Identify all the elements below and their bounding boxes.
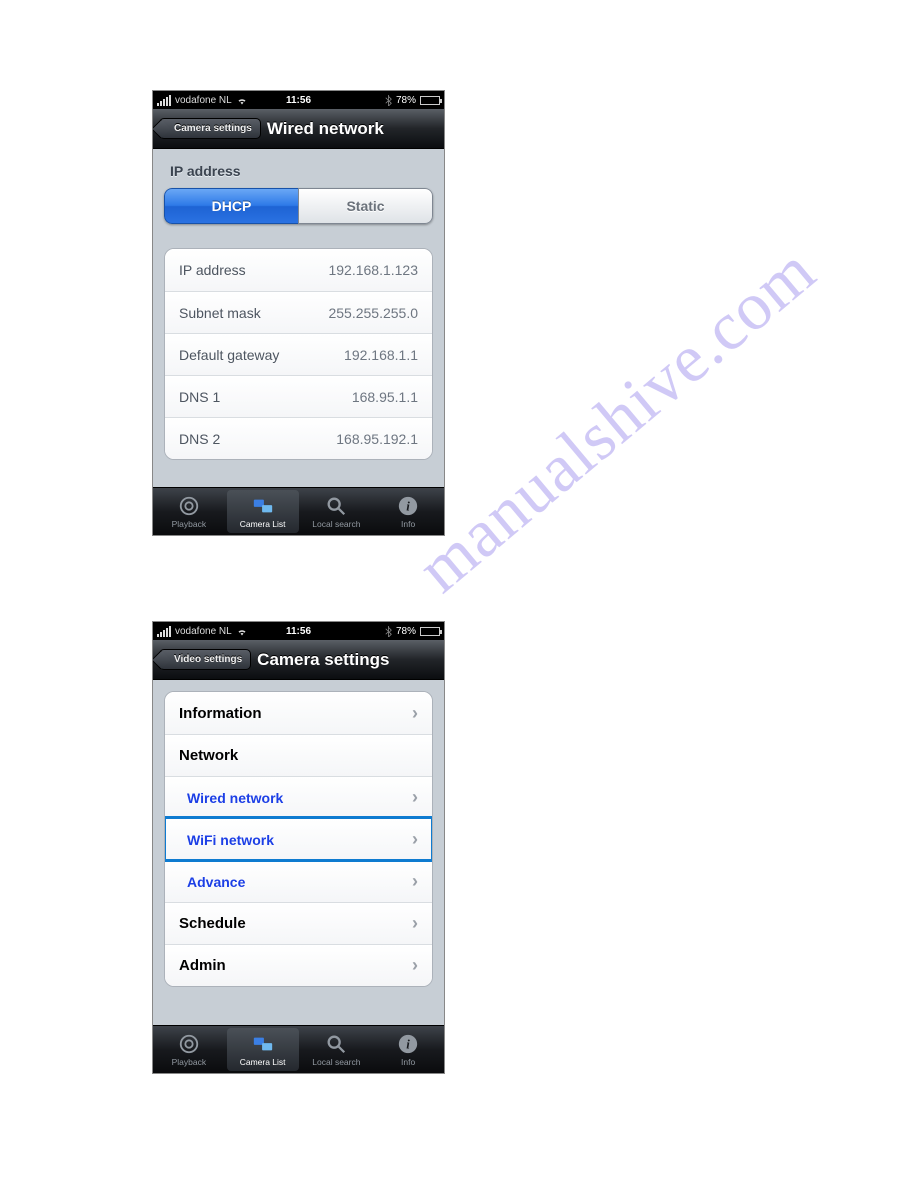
page-title: Camera settings [257,650,389,670]
status-bar: vodafone NL 11:56 78% [153,622,444,640]
row-label: DNS 2 [179,431,220,447]
tab-bar: Playback Camera List Local search i Info [153,487,444,535]
row-label: Wired network [179,790,283,806]
battery-percent: 78% [396,626,416,637]
row-value: 168.95.1.1 [352,389,418,405]
svg-text:i: i [406,499,410,513]
back-button[interactable]: Video settings [159,649,251,670]
signal-bars-icon [157,95,171,106]
tab-info[interactable]: i Info [372,488,444,535]
bluetooth-icon [385,95,392,106]
signal-bars-icon [157,626,171,637]
row-information[interactable]: Information › [165,692,432,734]
row-label: Schedule [179,915,246,932]
row-value: 192.168.1.1 [344,347,418,363]
tab-camera-list[interactable]: Camera List [227,490,299,533]
camera-list-icon [252,1033,274,1055]
tab-playback[interactable]: Playback [153,488,225,535]
page-title: Wired network [267,119,384,139]
chevron-right-icon: › [412,913,418,934]
clock-label: 11:56 [286,95,311,106]
carrier-label: vodafone NL [175,95,232,106]
battery-icon [420,96,440,105]
camera-list-icon [252,495,274,517]
tab-label: Info [401,519,415,529]
tab-label: Info [401,1057,415,1067]
playback-icon [178,495,200,517]
back-button[interactable]: Camera settings [159,118,261,139]
tab-local-search[interactable]: Local search [301,1026,373,1073]
row-value: 255.255.255.0 [328,305,418,321]
ip-mode-segmented: DHCP Static [164,188,433,224]
tab-label: Local search [312,519,360,529]
row-value: 192.168.1.123 [328,262,418,278]
section-header-ip: IP address [170,163,433,179]
row-ip-address[interactable]: IP address 192.168.1.123 [165,249,432,291]
tab-info[interactable]: i Info [372,1026,444,1073]
segment-dhcp[interactable]: DHCP [164,188,298,224]
screenshot-wired-network: vodafone NL 11:56 78% Camera settings Wi… [153,91,444,535]
chevron-right-icon: › [412,871,418,892]
row-subnet-mask[interactable]: Subnet mask 255.255.255.0 [165,291,432,333]
row-dns-2[interactable]: DNS 2 168.95.192.1 [165,417,432,459]
tab-bar: Playback Camera List Local search i Info [153,1025,444,1073]
tab-camera-list[interactable]: Camera List [227,1028,299,1071]
chevron-right-icon: › [412,829,418,850]
tab-label: Camera List [240,1057,286,1067]
carrier-label: vodafone NL [175,626,232,637]
row-label: IP address [179,262,246,278]
tab-local-search[interactable]: Local search [301,488,373,535]
wifi-icon [236,627,248,636]
battery-icon [420,627,440,636]
tab-label: Camera List [240,519,286,529]
info-icon: i [397,495,419,517]
tab-playback[interactable]: Playback [153,1026,225,1073]
row-wifi-network[interactable]: WiFi network › [165,818,432,860]
row-value: 168.95.192.1 [336,431,418,447]
tab-label: Playback [172,519,207,529]
row-label: Advance [179,874,245,890]
row-label: Admin [179,957,226,974]
row-label: Information [179,705,262,722]
bluetooth-icon [385,626,392,637]
screenshot-camera-settings: vodafone NL 11:56 78% Video settings Cam… [153,622,444,1073]
row-network-header: Network [165,734,432,776]
nav-bar: Video settings Camera settings [153,640,444,680]
row-label: Default gateway [179,347,279,363]
search-icon [325,495,347,517]
svg-text:i: i [406,1037,410,1051]
nav-bar: Camera settings Wired network [153,109,444,149]
wifi-icon [236,96,248,105]
row-label: Network [179,747,238,764]
chevron-right-icon: › [412,955,418,976]
clock-label: 11:56 [286,626,311,637]
row-admin[interactable]: Admin › [165,944,432,986]
chevron-right-icon: › [412,703,418,724]
tab-label: Local search [312,1057,360,1067]
row-label: WiFi network [179,832,274,848]
settings-list: Information › Network Wired network › Wi… [164,691,433,987]
row-label: DNS 1 [179,389,220,405]
row-advance[interactable]: Advance › [165,860,432,902]
row-label: Subnet mask [179,305,261,321]
status-bar: vodafone NL 11:56 78% [153,91,444,109]
info-icon: i [397,1033,419,1055]
chevron-right-icon: › [412,787,418,808]
row-wired-network[interactable]: Wired network › [165,776,432,818]
row-default-gateway[interactable]: Default gateway 192.168.1.1 [165,333,432,375]
row-schedule[interactable]: Schedule › [165,902,432,944]
watermark-text: manualshive.com [402,231,830,608]
content-area: Information › Network Wired network › Wi… [153,680,444,987]
playback-icon [178,1033,200,1055]
battery-percent: 78% [396,95,416,106]
segment-static[interactable]: Static [298,188,433,224]
content-area: IP address DHCP Static IP address 192.16… [153,149,444,471]
ip-details-list: IP address 192.168.1.123 Subnet mask 255… [164,248,433,460]
tab-label: Playback [172,1057,207,1067]
search-icon [325,1033,347,1055]
row-dns-1[interactable]: DNS 1 168.95.1.1 [165,375,432,417]
